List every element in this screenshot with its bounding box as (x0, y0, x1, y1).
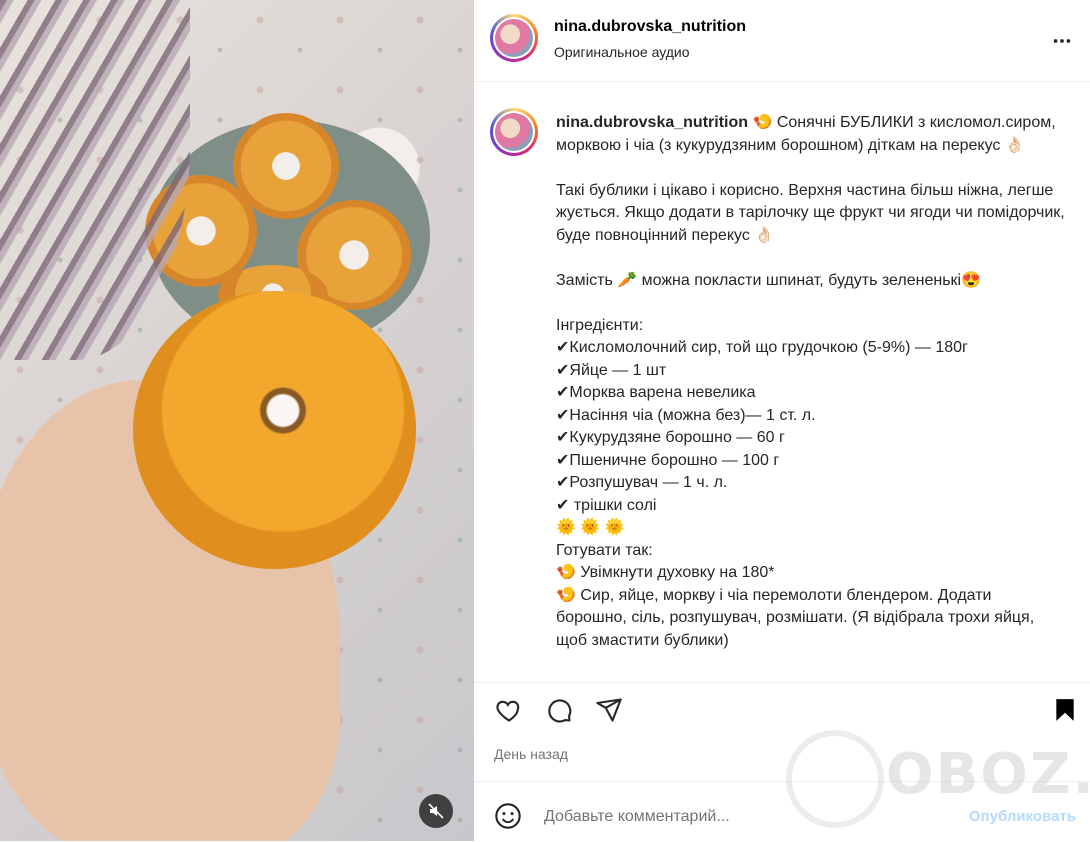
caption-username[interactable]: nina.dubrovska_nutrition (556, 114, 748, 131)
caption-avatar[interactable] (490, 108, 538, 156)
bookmark-icon (1056, 699, 1074, 721)
action-bar (474, 682, 1090, 737)
ingredient-item: ✔Яйце — 1 шт (556, 361, 667, 379)
post-comment-button[interactable]: Опубликовать (969, 808, 1076, 825)
heart-icon (496, 700, 520, 722)
send-icon (596, 698, 622, 722)
ingredient-item: ✔Пшеничне борошно — 100 г (556, 451, 780, 469)
emoji-button[interactable] (494, 802, 522, 835)
more-horizontal-icon[interactable] (1051, 30, 1073, 52)
emoji-icon (495, 803, 521, 829)
step-item: 🍤 Увімкнути духовку на 180* (556, 564, 775, 581)
header-username[interactable]: nina.dubrovska_nutrition (554, 18, 746, 36)
comment-row: Добавьте комментарий... Опубликовать (474, 781, 1090, 842)
comment-button[interactable] (544, 695, 574, 725)
author-avatar[interactable] (490, 14, 538, 62)
ingredient-item: ✔Морква варена невелика (556, 384, 756, 401)
like-button[interactable] (494, 695, 524, 725)
share-button[interactable] (594, 695, 624, 725)
save-button[interactable] (1050, 695, 1080, 725)
caption-line: Замість 🥕 можна покласти шпинат, будуть … (556, 271, 982, 289)
caption-line: Такі бублики і цікаво і корисно. Верхня … (556, 181, 1065, 244)
post-caption: nina.dubrovska_nutrition 🍤 Сонячні БУБЛИ… (556, 112, 1066, 652)
audio-label[interactable]: Оригинальное аудио (554, 44, 690, 60)
caption-line: 🌞 🌞 🌞 (556, 519, 625, 536)
comment-icon (548, 699, 572, 723)
post-time[interactable]: День назад (494, 746, 568, 762)
post-photo[interactable] (0, 0, 474, 841)
comment-input[interactable]: Добавьте комментарий... (544, 808, 730, 826)
caption-line: Готувати так: (556, 541, 653, 559)
post-panel: nina.dubrovska_nutrition Оригинальное ау… (474, 0, 1090, 841)
step-item: 🍤 Сир, яйце, моркву і чіа перемолоти бле… (556, 586, 1035, 649)
muted-speaker-icon (428, 803, 444, 819)
ingredient-item: ✔Насіння чіа (можна без)— 1 ст. л. (556, 406, 816, 424)
held-bagel (133, 291, 416, 569)
mute-button[interactable] (419, 794, 453, 828)
ingredient-item: ✔Розпушувач — 1 ч. л. (556, 474, 728, 491)
caption-line: Інгредієнти: (556, 316, 644, 334)
ingredient-item: ✔Кисломолочний сир, той що грудочкою (5-… (556, 339, 968, 356)
ingredient-item: ✔ трішки солі (556, 496, 657, 514)
caption-area: nina.dubrovska_nutrition 🍤 Сонячні БУБЛИ… (474, 82, 1090, 682)
post-header: nina.dubrovska_nutrition Оригинальное ау… (474, 0, 1090, 82)
ingredient-item: ✔Кукурудзяне борошно — 60 г (556, 429, 785, 446)
